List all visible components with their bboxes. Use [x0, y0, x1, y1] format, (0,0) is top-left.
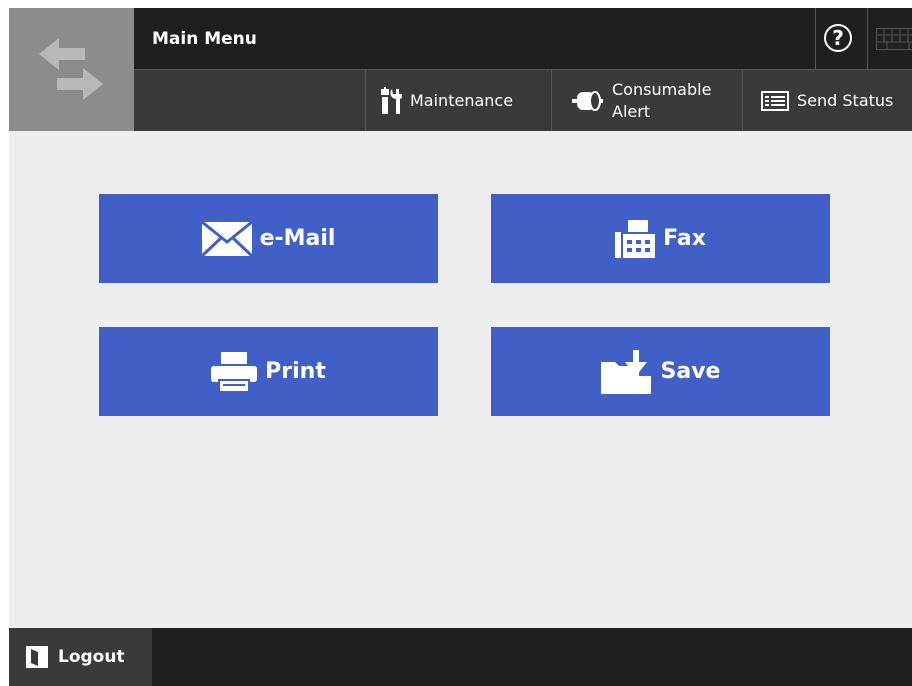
consumable-alert-button[interactable]: Consumable Alert — [551, 70, 742, 131]
save-label: Save — [660, 359, 721, 384]
printer-icon — [211, 351, 258, 392]
maintenance-label: Maintenance — [410, 91, 514, 110]
toolbar: Maintenance Consumable Alert Send Status — [134, 69, 912, 131]
consumable-label-line1: Consumable — [612, 79, 712, 99]
print-button[interactable]: Print — [99, 327, 438, 416]
list-icon — [761, 90, 789, 111]
fax-button[interactable]: Fax — [491, 194, 830, 283]
folder-download-icon — [600, 349, 651, 394]
fax-icon — [615, 219, 656, 258]
logout-icon — [26, 646, 48, 668]
logout-button[interactable]: Logout — [9, 628, 152, 686]
tools-icon — [381, 86, 402, 114]
consumable-alert-label: Consumable Alert — [612, 79, 711, 123]
toner-roll-icon — [572, 90, 603, 111]
logout-label: Logout — [58, 647, 125, 667]
send-status-label: Send Status — [797, 91, 894, 110]
swap-arrows-icon — [39, 38, 103, 100]
fax-label: Fax — [663, 226, 706, 251]
send-status-button[interactable]: Send Status — [742, 70, 912, 131]
footer-bar: Logout — [9, 628, 912, 686]
keyboard-button[interactable] — [867, 8, 912, 69]
logo-panel — [9, 8, 134, 131]
envelope-icon — [201, 221, 252, 256]
email-label: e-Mail — [259, 226, 336, 251]
print-label: Print — [265, 359, 326, 384]
consumable-label-line2: Alert — [612, 101, 651, 121]
header-bar: Main Menu ? — [134, 8, 912, 69]
email-button[interactable]: e-Mail — [99, 194, 438, 283]
keyboard-icon — [876, 28, 912, 50]
maintenance-button[interactable]: Maintenance — [365, 70, 551, 131]
help-button[interactable]: ? — [815, 8, 868, 69]
page-title: Main Menu — [152, 29, 257, 49]
app-window: Main Menu ? Maintenance Consumable Alert… — [9, 8, 912, 686]
help-icon: ? — [824, 24, 852, 52]
save-button[interactable]: Save — [491, 327, 830, 416]
